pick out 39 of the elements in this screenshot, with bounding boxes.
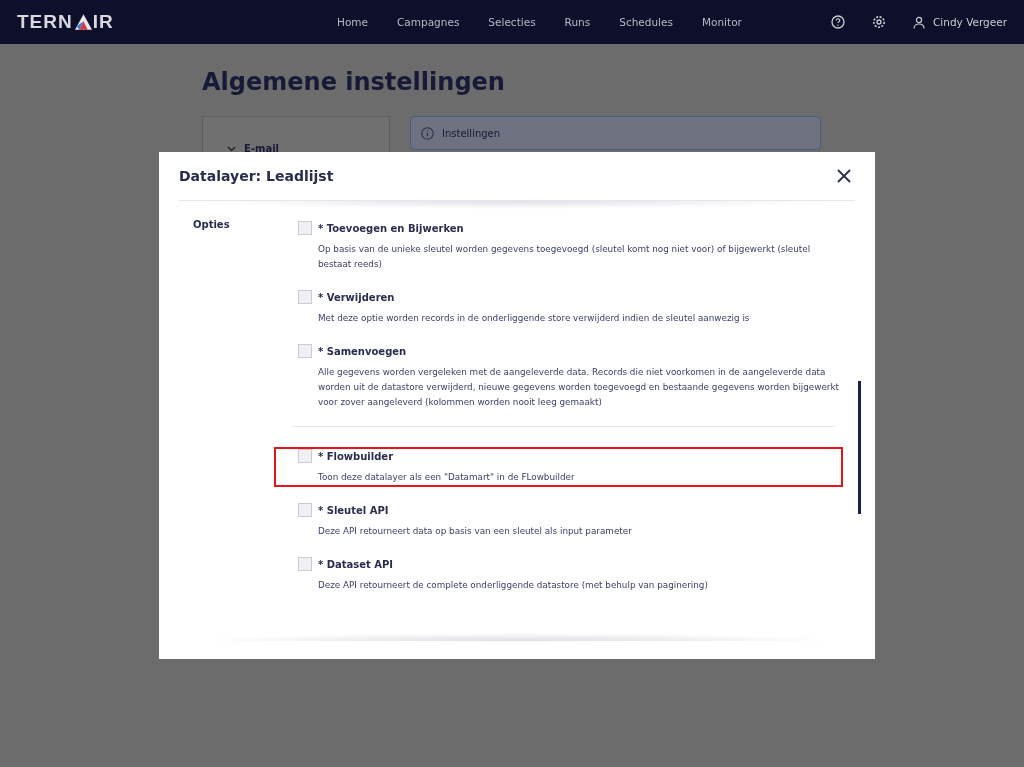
option-label: * Samenvoegen [318, 345, 407, 357]
nav-link[interactable]: Monitor [701, 16, 742, 28]
option-description: Deze API retourneert de complete onderliggende datastore (met behulp van paginering) [318, 579, 709, 592]
option-description: Toon deze datalayer als een "Datamart" in de FLowbuilder [318, 471, 576, 484]
checkbox[interactable] [298, 344, 312, 358]
option-label: * Flowbuilder [318, 450, 394, 462]
close-icon[interactable] [837, 169, 851, 183]
option-label: * Sleutel API [318, 504, 389, 516]
nav-link[interactable]: Selecties [488, 16, 536, 28]
checkbox[interactable] [298, 290, 312, 304]
help-icon[interactable] [831, 15, 845, 29]
checkbox[interactable] [298, 221, 312, 235]
option-label: * Toevoegen en Bijwerken [318, 222, 464, 234]
option-label: * Dataset API [318, 558, 394, 570]
page-title: Algemene instellingen [202, 68, 506, 96]
logo-text: IR [92, 11, 114, 33]
option-description: Alle gegevens worden vergeleken met de aangeleverde data. Records die niet voorkomen in de aangeleverde data worden uit de datastore verwijderd, nieuwe gegevens worden toegevoegd en bestaande gegevens worden bijgewerkt voor zover aangeleverd (kolommen worden nooit leeg gemaakt) [318, 366, 841, 409]
scrollbar[interactable] [858, 381, 861, 514]
checkbox[interactable] [298, 503, 312, 517]
option-description: Deze API retourneert data op basis van een sleutel als input parameter [318, 525, 633, 538]
info-text: Instellingen [442, 127, 501, 139]
option-description: Op basis van de unieke sleutel worden gegevens toegevoegd (sleutel komt nog niet voor) of bijgewerkt (sleutel bestaat reeds) [318, 243, 812, 271]
chevron-down-icon [227, 145, 236, 152]
logo-text: TERN [17, 11, 73, 33]
checkbox[interactable] [298, 449, 312, 463]
user-name[interactable]: Cindy Vergeer [933, 16, 1007, 28]
option-description: Met deze optie worden records in de onderliggende store verwijderd indien de sleutel aanwezig is [318, 312, 751, 325]
modal-title: Datalayer: Leadlijst [179, 168, 334, 184]
user-icon [913, 15, 925, 29]
option-label: * Verwijderen [318, 291, 395, 303]
triangle-logo-icon [74, 14, 92, 30]
nav-link[interactable]: Schedules [619, 16, 673, 28]
checkbox[interactable] [298, 557, 312, 571]
settings-icon[interactable] [872, 15, 886, 29]
nav-link[interactable]: Home [337, 16, 368, 28]
nav-link[interactable]: Campagnes [397, 16, 460, 28]
info-icon [421, 126, 434, 140]
nav-link[interactable]: Runs [564, 16, 591, 28]
section-label: Opties [192, 219, 231, 232]
